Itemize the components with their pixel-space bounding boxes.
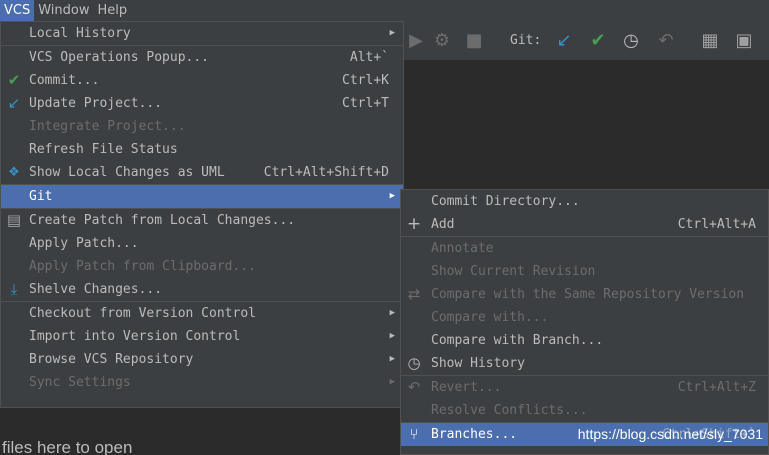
menu-item-label: Update Project... (29, 96, 163, 111)
menu-help[interactable]: Help (94, 0, 132, 21)
git-submenu: Commit Directory... + Add Ctrl+Alt+A Ann… (400, 189, 769, 455)
menu-item-show-history[interactable]: ◷ Show History (401, 352, 768, 375)
menu-item-checkout[interactable]: Checkout from Version Control ▶ (1, 302, 403, 325)
menu-item-shortcut: Alt+` (349, 50, 389, 65)
menu-item-branches[interactable]: ⑂ Branches... Ctrl+Shift+` https://blog.… (401, 423, 768, 446)
git-toolbar-label: Git: (510, 33, 542, 48)
menu-item-apply-patch-clipboard[interactable]: Apply Patch from Clipboard... (1, 255, 403, 278)
menu-item-annotate[interactable]: Annotate (401, 237, 768, 260)
menu-item-shortcut: Ctrl+Alt+Z (677, 380, 756, 395)
menu-item-sync-settings[interactable]: Sync Settings ▶ (1, 371, 403, 394)
submenu-arrow-icon: ▶ (389, 308, 395, 318)
menu-item-browse-vcs[interactable]: Browse VCS Repository ▶ (1, 348, 403, 371)
submenu-arrow-icon: ▶ (389, 377, 395, 387)
menu-item-label: Integrate Project... (29, 119, 186, 134)
menu-item-label: Resolve Conflicts... (431, 403, 588, 418)
compare-icon: ⇄ (407, 285, 421, 303)
menu-item-label: Compare with Branch... (431, 333, 604, 348)
editor-empty-hint: files here to open (0, 436, 404, 455)
git-commit-icon[interactable]: ✔ (588, 31, 608, 51)
git-history-icon[interactable]: ◷ (621, 31, 641, 51)
menu-item-label: Checkout from Version Control (29, 306, 256, 321)
menu-item-shortcut: Ctrl+Alt+Shift+D (263, 165, 389, 180)
debug-icon[interactable]: ⚙ (432, 31, 452, 51)
menu-item-label: Add (431, 217, 455, 232)
update-arrow-icon: ↙ (7, 94, 21, 112)
submenu-arrow-icon: ▶ (389, 354, 395, 364)
menu-item-integrate-project[interactable]: Integrate Project... (1, 115, 403, 138)
menu-bar: VCS Window Help (0, 0, 769, 21)
watermark-text: https://blog.csdn.net/sly_7031 (577, 426, 763, 442)
submenu-arrow-icon: ▶ (389, 331, 395, 341)
menu-item-commit-directory[interactable]: Commit Directory... (401, 190, 768, 213)
menu-item-resolve-conflicts[interactable]: Resolve Conflicts... (401, 399, 768, 422)
menu-item-git[interactable]: Git ▶ (1, 185, 403, 208)
revert-icon: ↶ (407, 378, 421, 396)
history-clock-icon: ◷ (407, 354, 421, 372)
menu-item-show-local-changes-uml[interactable]: ❖ Show Local Changes as UML Ctrl+Alt+Shi… (1, 161, 403, 184)
menu-item-label: Show History (431, 356, 525, 371)
vcs-menu: Local History ▶ VCS Operations Popup... … (0, 21, 404, 408)
menu-item-label: Show Current Revision (431, 264, 596, 279)
plus-icon: + (406, 214, 422, 234)
menu-vcs[interactable]: VCS (0, 0, 35, 21)
menu-item-label: VCS Operations Popup... (29, 50, 210, 65)
menu-item-label: Browse VCS Repository (29, 352, 194, 367)
run-icon[interactable]: ▶ (406, 31, 426, 51)
menu-item-import[interactable]: Import into Version Control ▶ (1, 325, 403, 348)
menu-item-shelve-changes[interactable]: ⤓ Shelve Changes... (1, 278, 403, 301)
menu-item-label: Show Local Changes as UML (29, 165, 225, 180)
menu-item-create-patch[interactable]: ▤ Create Patch from Local Changes... (1, 209, 403, 232)
menu-item-vcs-operations-popup[interactable]: VCS Operations Popup... Alt+` (1, 46, 403, 69)
uml-icon: ❖ (8, 165, 20, 180)
branch-icon: ⑂ (409, 425, 419, 443)
git-update-icon[interactable]: ↙ (554, 31, 574, 51)
menu-item-label: Annotate (431, 241, 494, 256)
submenu-arrow-icon: ▶ (389, 191, 395, 201)
menu-item-label: Commit... (29, 73, 100, 88)
menu-item-shortcut: Ctrl+Alt+A (677, 217, 756, 232)
editor-area (404, 61, 769, 191)
menu-window[interactable]: Window (34, 0, 93, 21)
menu-item-add[interactable]: + Add Ctrl+Alt+A (401, 213, 768, 236)
menu-item-refresh-file-status[interactable]: Refresh File Status (1, 138, 403, 161)
submenu-arrow-icon: ▶ (389, 28, 395, 38)
menu-item-label: Import into Version Control (29, 329, 241, 344)
menu-item-show-current-revision[interactable]: Show Current Revision (401, 260, 768, 283)
project-structure-icon[interactable]: ▦ (700, 31, 720, 51)
menu-item-local-history[interactable]: Local History ▶ (1, 22, 403, 45)
menu-item-label: Compare with... (431, 310, 549, 325)
main-toolbar: ▶ ⚙ ■ Git: ↙ ✔ ◷ ↶ ▦ ▣ (404, 21, 769, 61)
menu-item-label: Sync Settings (29, 375, 131, 390)
menu-item-compare-with[interactable]: Compare with... (401, 306, 768, 329)
terminal-icon[interactable]: ▣ (734, 31, 754, 51)
menu-item-label: Local History (29, 26, 131, 41)
menu-item-compare-same-repo[interactable]: ⇄ Compare with the Same Repository Versi… (401, 283, 768, 306)
menu-item-shortcut: Ctrl+K (342, 73, 389, 88)
shelve-icon: ⤓ (10, 280, 18, 298)
menu-item-label: Apply Patch... (29, 236, 139, 251)
menu-item-label: Branches... (431, 427, 518, 442)
menu-item-commit[interactable]: ✔ Commit... Ctrl+K (1, 69, 403, 92)
patch-icon: ▤ (6, 211, 22, 229)
menu-item-label: Refresh File Status (29, 142, 178, 157)
menu-item-compare-with-branch[interactable]: Compare with Branch... (401, 329, 768, 352)
menu-item-label: Compare with the Same Repository Version (431, 287, 745, 302)
menu-item-update-project[interactable]: ↙ Update Project... Ctrl+T (1, 92, 403, 115)
menu-item-shortcut: Ctrl+T (342, 96, 389, 111)
menu-item-label: Apply Patch from Clipboard... (29, 259, 256, 274)
menu-item-apply-patch[interactable]: Apply Patch... (1, 232, 403, 255)
menu-item-label: Revert... (431, 380, 502, 395)
menu-item-label: Commit Directory... (431, 194, 580, 209)
menu-item-label: Create Patch from Local Changes... (29, 213, 296, 228)
git-rollback-icon[interactable]: ↶ (656, 31, 676, 51)
menu-item-revert[interactable]: ↶ Revert... Ctrl+Alt+Z (401, 376, 768, 399)
menu-item-label: Git (29, 189, 53, 204)
check-icon: ✔ (7, 71, 21, 89)
menu-item-label: Shelve Changes... (29, 282, 163, 297)
stop-icon[interactable]: ■ (464, 31, 484, 51)
